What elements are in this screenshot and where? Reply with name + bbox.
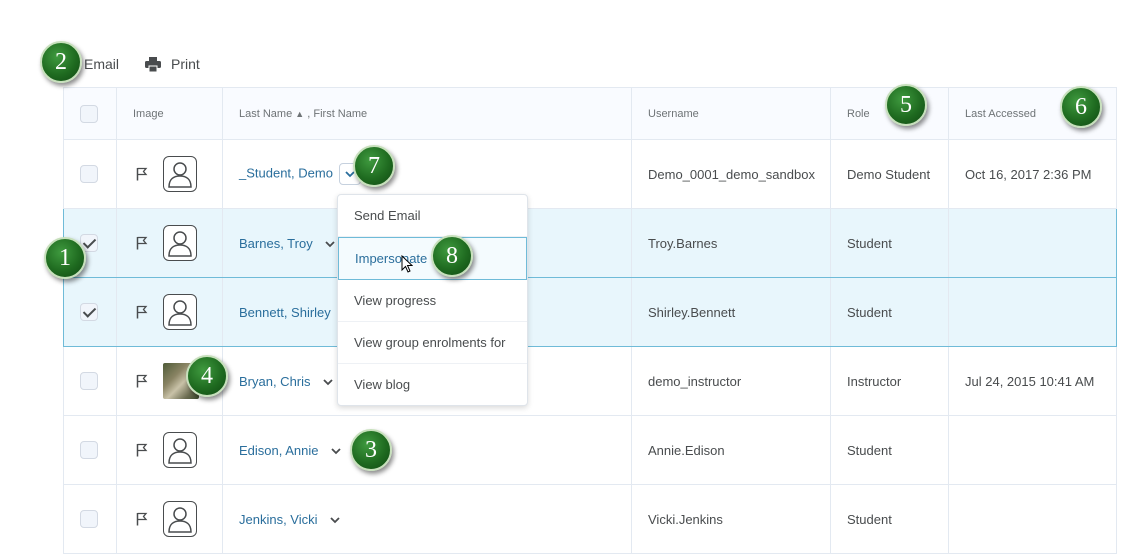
row-select-cell [63, 415, 117, 485]
menu-item-view-group-enrolments[interactable]: View group enrolments for [338, 322, 527, 364]
name-cell: Jenkins, Vicki [222, 484, 632, 554]
user-name-link[interactable]: _Student, Demo [239, 165, 333, 180]
context-menu-button[interactable] [322, 377, 333, 389]
print-button[interactable]: Print [145, 56, 200, 72]
user-placeholder-icon [168, 162, 192, 188]
classlist-table: Image Last Name ▲ , First Name Username … [63, 87, 1117, 554]
last-accessed-cell [948, 484, 1117, 554]
print-label: Print [171, 56, 200, 72]
row-select-cell [63, 277, 117, 347]
user-name-link[interactable]: Bryan, Chris [239, 374, 311, 389]
row-select-cell [63, 346, 117, 416]
last-accessed-cell [948, 208, 1117, 278]
username-cell: Vicki.Jenkins [631, 484, 831, 554]
select-all-checkbox[interactable] [80, 104, 98, 123]
row-checkbox[interactable] [80, 372, 98, 390]
role-cell: Student [830, 277, 949, 347]
chevron-down-icon [322, 378, 333, 385]
menu-item-view-progress[interactable]: View progress [338, 280, 527, 322]
mouse-cursor-icon [401, 255, 413, 273]
menu-item-send-email[interactable]: Send Email [338, 195, 527, 237]
chevron-down-icon [325, 240, 335, 247]
user-name-link[interactable]: Edison, Annie [239, 443, 319, 458]
flag-icon[interactable] [136, 512, 148, 526]
last-name-sort-link[interactable]: Last Name [239, 108, 292, 120]
row-checkbox[interactable] [80, 441, 98, 459]
callout-badge: 8 [431, 235, 473, 277]
flag-icon[interactable] [136, 305, 148, 319]
username-cell: Demo_0001_demo_sandbox [631, 139, 831, 209]
avatar [163, 225, 197, 261]
flag-icon[interactable] [136, 374, 148, 388]
callout-badge: 6 [1060, 86, 1102, 128]
avatar [163, 432, 197, 468]
toolbar: Email Print [60, 52, 226, 76]
table-row: Jenkins, Vicki Vicki.Jenkins Student [63, 484, 1117, 554]
table-row: Bennett, Shirley Shirley.Bennett Student [63, 277, 1117, 347]
avatar [163, 156, 197, 192]
row-checkbox[interactable] [80, 303, 98, 321]
user-placeholder-icon [168, 300, 192, 326]
user-placeholder-icon [168, 231, 192, 257]
chevron-down-icon [329, 516, 340, 523]
last-accessed-cell: Oct 16, 2017 2:36 PM [948, 139, 1117, 209]
role-cell: Instructor [830, 346, 949, 416]
role-cell: Demo Student [830, 139, 949, 209]
user-context-menu: Send Email Impersonate View progress Vie… [337, 194, 528, 406]
role-cell: Student [830, 208, 949, 278]
flag-icon[interactable] [136, 443, 148, 457]
callout-badge: 7 [353, 145, 395, 187]
avatar [163, 294, 197, 330]
username-cell: demo_instructor [631, 346, 831, 416]
row-select-cell [63, 484, 117, 554]
sort-ascending-icon: ▲ [295, 108, 305, 119]
image-cell [116, 277, 223, 347]
chevron-down-icon [330, 447, 341, 454]
context-menu-button[interactable] [329, 515, 340, 527]
table-row: Barnes, Troy Troy.Barnes Student [63, 208, 1117, 278]
callout-badge: 5 [885, 84, 927, 126]
table-row: Edison, Annie Annie.Edison Student [63, 415, 1117, 485]
row-checkbox[interactable] [80, 165, 98, 183]
username-header: Username [631, 87, 831, 140]
select-all-cell [63, 87, 117, 140]
table-row: _Student, Demo Demo_0001_demo_sandbox Demo… [63, 139, 1117, 209]
callout-badge: 3 [350, 429, 392, 471]
callout-badge: 4 [186, 355, 228, 397]
table-header-row: Image Last Name ▲ , First Name Username … [63, 87, 1117, 140]
role-cell: Student [830, 484, 949, 554]
callout-badge: 1 [44, 237, 86, 279]
menu-item-view-blog[interactable]: View blog [338, 364, 527, 405]
context-menu-button[interactable] [330, 446, 341, 458]
flag-icon[interactable] [136, 236, 148, 250]
row-checkbox[interactable] [80, 510, 98, 528]
username-cell: Shirley.Bennett [631, 277, 831, 347]
user-name-link[interactable]: Bennett, Shirley [239, 305, 331, 320]
row-select-cell [63, 139, 117, 209]
image-cell [116, 484, 223, 554]
avatar [163, 501, 197, 537]
role-cell: Student [830, 415, 949, 485]
last-accessed-cell [948, 277, 1117, 347]
first-name-sort-link[interactable]: , First Name [307, 108, 367, 120]
last-accessed-cell: Jul 24, 2015 10:41 AM [948, 346, 1117, 416]
last-accessed-cell [948, 415, 1117, 485]
name-header[interactable]: Last Name ▲ , First Name [222, 87, 632, 140]
image-cell [116, 208, 223, 278]
user-name-link[interactable]: Jenkins, Vicki [239, 512, 318, 527]
username-cell: Annie.Edison [631, 415, 831, 485]
user-placeholder-icon [168, 507, 192, 533]
name-cell: Edison, Annie [222, 415, 632, 485]
context-menu-button[interactable] [325, 239, 335, 251]
image-header: Image [116, 87, 223, 140]
printer-icon [145, 56, 162, 72]
username-cell: Troy.Barnes [631, 208, 831, 278]
user-placeholder-icon [168, 438, 192, 464]
image-cell [116, 415, 223, 485]
user-name-link[interactable]: Barnes, Troy [239, 236, 313, 251]
image-cell [116, 139, 223, 209]
callout-badge: 2 [40, 41, 82, 83]
flag-icon[interactable] [136, 167, 148, 181]
email-label: Email [84, 56, 120, 72]
